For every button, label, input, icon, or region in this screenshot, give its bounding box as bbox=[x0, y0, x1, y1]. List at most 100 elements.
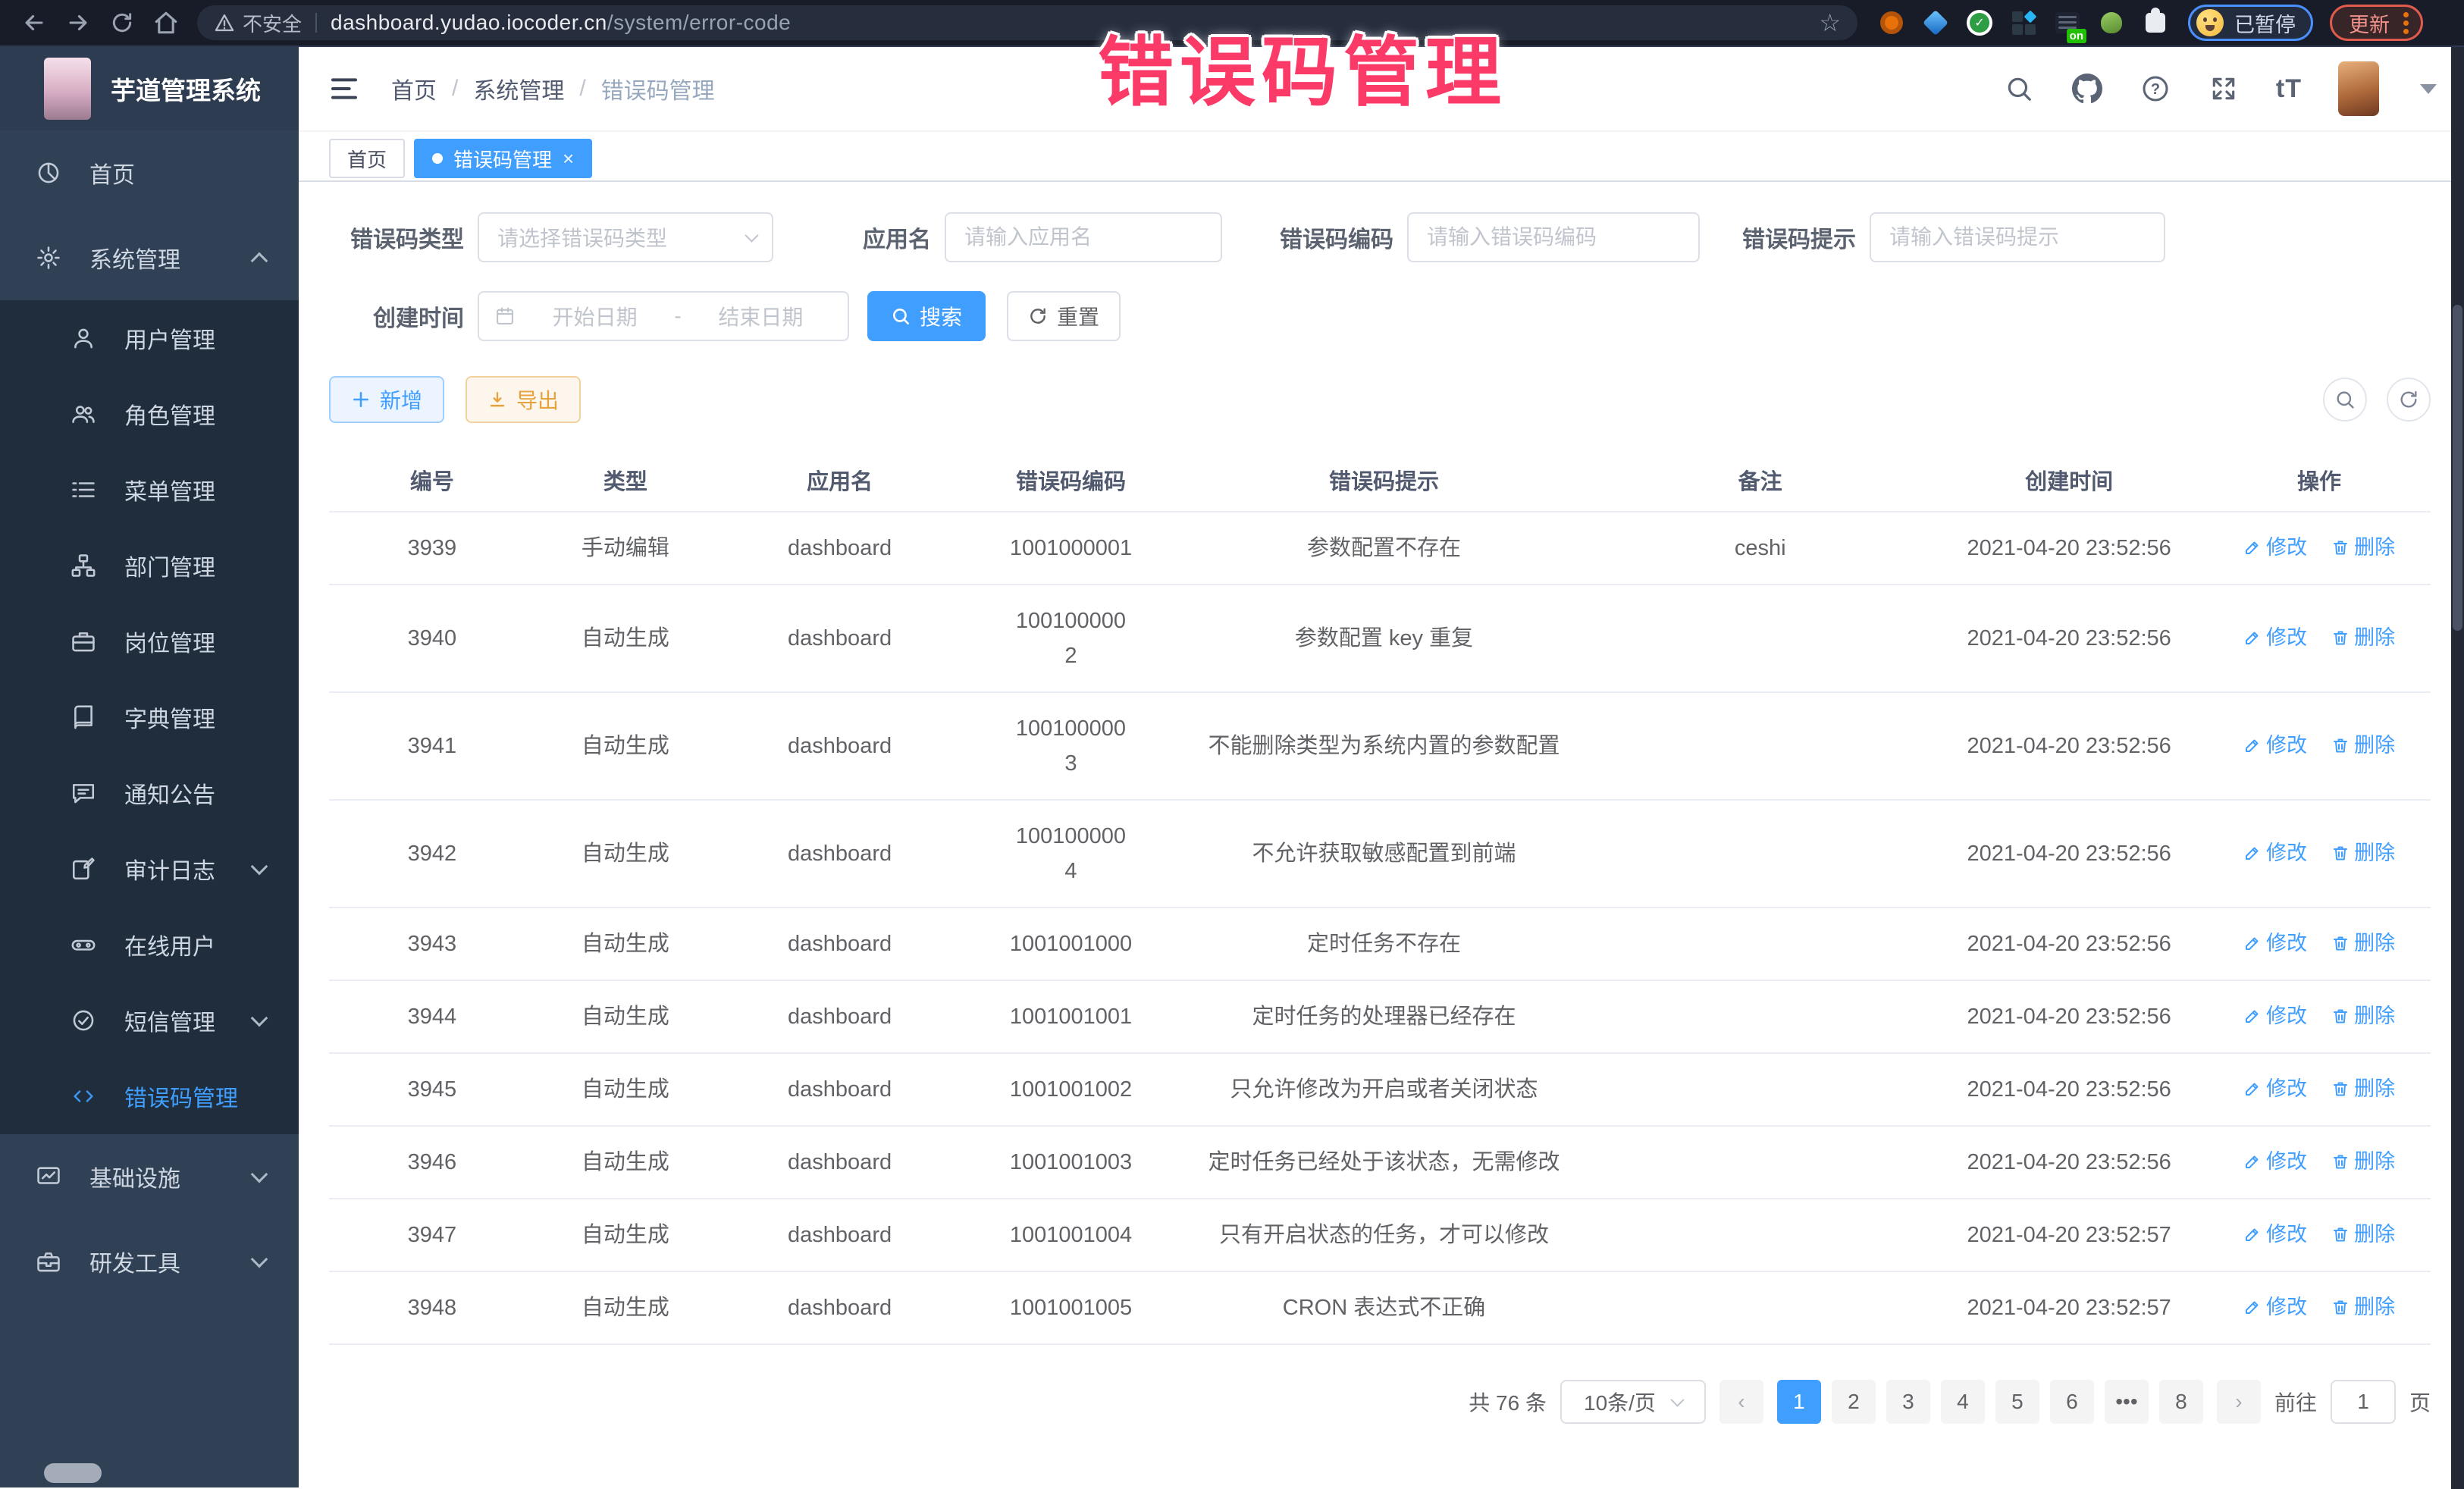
delete-link[interactable]: 删除 bbox=[2331, 1002, 2395, 1030]
user-avatar[interactable] bbox=[2338, 61, 2379, 116]
bookmark-star-icon[interactable]: ☆ bbox=[1819, 8, 1841, 37]
chevron-down-icon[interactable] bbox=[2420, 84, 2437, 94]
page-button[interactable]: 8 bbox=[2159, 1380, 2203, 1424]
add-button[interactable]: 新增 bbox=[329, 376, 444, 423]
edit-link[interactable]: 修改 bbox=[2243, 1221, 2307, 1248]
page-button[interactable]: 1 bbox=[1777, 1380, 1821, 1424]
next-page-button[interactable]: › bbox=[2217, 1380, 2261, 1424]
scrollbar-thumb[interactable] bbox=[2453, 305, 2462, 631]
sidebar-item[interactable]: 研发工具 bbox=[0, 1219, 299, 1304]
cell-actions: 修改 删除 bbox=[2208, 980, 2431, 1053]
forward-icon[interactable] bbox=[56, 5, 100, 41]
error-msg-input[interactable] bbox=[1870, 212, 2165, 262]
goto-label: 前往 bbox=[2274, 1387, 2317, 1417]
delete-link[interactable]: 删除 bbox=[2331, 732, 2395, 759]
sidebar-scrollbar-thumb[interactable] bbox=[44, 1463, 102, 1483]
page-button[interactable]: 5 bbox=[1995, 1380, 2039, 1424]
edit-link[interactable]: 修改 bbox=[2243, 839, 2307, 867]
show-search-toggle-button[interactable] bbox=[2323, 378, 2367, 422]
extension-icon-gem[interactable] bbox=[1921, 8, 1950, 37]
edit-link[interactable]: 修改 bbox=[2243, 732, 2307, 759]
home-icon[interactable] bbox=[144, 5, 188, 41]
sidebar-item[interactable]: 审计日志 bbox=[0, 831, 299, 907]
search-icon[interactable] bbox=[2003, 73, 2035, 105]
sidebar-item[interactable]: 字典管理 bbox=[0, 679, 299, 755]
sidebar-item[interactable]: 系统管理 bbox=[0, 215, 299, 300]
extension-icon-puzzle[interactable] bbox=[2141, 8, 2170, 37]
sidebar-item[interactable]: 错误码管理 bbox=[0, 1058, 299, 1134]
back-icon[interactable] bbox=[12, 5, 56, 41]
page-button[interactable]: ••• bbox=[2105, 1380, 2149, 1424]
sidebar-item[interactable]: 短信管理 bbox=[0, 983, 299, 1058]
sidebar-item[interactable]: 菜单管理 bbox=[0, 452, 299, 528]
browser-scrollbar[interactable] bbox=[2451, 47, 2464, 1489]
page-button[interactable]: 6 bbox=[2050, 1380, 2094, 1424]
edit-link[interactable]: 修改 bbox=[2243, 624, 2307, 651]
page-button[interactable]: 4 bbox=[1941, 1380, 1985, 1424]
sidebar-item[interactable]: 角色管理 bbox=[0, 376, 299, 452]
delete-link[interactable]: 删除 bbox=[2331, 929, 2395, 957]
not-secure-indicator[interactable]: 不安全 bbox=[214, 9, 302, 37]
delete-link[interactable]: 删除 bbox=[2331, 624, 2395, 651]
prev-page-button[interactable]: ‹ bbox=[1719, 1380, 1763, 1424]
address-bar[interactable]: 不安全 dashboard.yudao.iocoder.cn/system/er… bbox=[197, 5, 1857, 40]
edit-link[interactable]: 修改 bbox=[2243, 534, 2307, 561]
page-button[interactable]: 3 bbox=[1886, 1380, 1930, 1424]
sidebar-item[interactable]: 部门管理 bbox=[0, 528, 299, 603]
extension-icon-orange[interactable] bbox=[1877, 8, 1906, 37]
page-size-select[interactable]: 10条/页 bbox=[1560, 1380, 1706, 1424]
sidebar-item[interactable]: 在线用户 bbox=[0, 907, 299, 983]
edit-link[interactable]: 修改 bbox=[2243, 1148, 2307, 1175]
breadcrumb-item[interactable]: 系统管理 bbox=[473, 72, 564, 105]
github-icon[interactable] bbox=[2071, 73, 2103, 105]
sidebar-item[interactable]: 通知公告 bbox=[0, 755, 299, 831]
breadcrumb-item[interactable]: 错误码管理 bbox=[601, 72, 715, 105]
extension-icon-list[interactable]: on bbox=[2053, 8, 2082, 37]
sidebar-item[interactable]: 岗位管理 bbox=[0, 603, 299, 679]
delete-link[interactable]: 删除 bbox=[2331, 1293, 2395, 1321]
cell-id: 3946 bbox=[329, 1126, 535, 1199]
extension-icon-key[interactable] bbox=[2097, 8, 2126, 37]
date-separator: - bbox=[674, 304, 681, 328]
goto-page-input[interactable] bbox=[2331, 1380, 2396, 1424]
breadcrumb-item[interactable]: 首页 bbox=[391, 72, 437, 105]
delete-link[interactable]: 删除 bbox=[2331, 839, 2395, 867]
sidebar-item[interactable]: 首页 bbox=[0, 130, 299, 215]
search-button[interactable]: 搜索 bbox=[867, 291, 986, 341]
delete-link[interactable]: 删除 bbox=[2331, 1075, 2395, 1102]
export-button[interactable]: 导出 bbox=[466, 376, 581, 423]
fullscreen-icon[interactable] bbox=[2208, 73, 2240, 105]
edit-link[interactable]: 修改 bbox=[2243, 1075, 2307, 1102]
delete-link[interactable]: 删除 bbox=[2331, 534, 2395, 561]
sidebar-item[interactable]: 基础设施 bbox=[0, 1134, 299, 1219]
edit-link[interactable]: 修改 bbox=[2243, 929, 2307, 957]
view-tab[interactable]: 错误码管理 × bbox=[414, 139, 592, 178]
edit-link[interactable]: 修改 bbox=[2243, 1002, 2307, 1030]
page-button[interactable]: 2 bbox=[1832, 1380, 1876, 1424]
close-icon[interactable]: × bbox=[563, 149, 574, 168]
font-size-icon[interactable]: tT bbox=[2276, 74, 2302, 104]
delete-link[interactable]: 删除 bbox=[2331, 1221, 2395, 1248]
profile-paused-pill[interactable]: 已暂停 bbox=[2188, 5, 2313, 41]
edit-link[interactable]: 修改 bbox=[2243, 1293, 2307, 1321]
app-name-input[interactable] bbox=[945, 212, 1222, 262]
sidebar-item[interactable]: 用户管理 bbox=[0, 300, 299, 376]
sidebar-item-label: 用户管理 bbox=[124, 321, 215, 355]
error-type-select[interactable]: 请选择错误码类型 bbox=[478, 212, 773, 262]
col-code: 错误码编码 bbox=[964, 452, 1178, 512]
extension-icon-green-check[interactable]: ✓ bbox=[1965, 8, 1994, 37]
help-icon[interactable]: ? bbox=[2140, 73, 2171, 105]
hamburger-icon[interactable] bbox=[328, 74, 361, 104]
browser-update-button[interactable]: 更新 bbox=[2330, 5, 2423, 41]
delete-link[interactable]: 删除 bbox=[2331, 1148, 2395, 1175]
reload-icon[interactable] bbox=[100, 5, 144, 41]
refresh-table-button[interactable] bbox=[2387, 378, 2431, 422]
extension-icon-squares[interactable] bbox=[2009, 8, 2038, 37]
create-time-range-picker[interactable]: 开始日期 - 结束日期 bbox=[478, 291, 849, 341]
view-tab[interactable]: 首页 bbox=[329, 139, 405, 178]
online-user-icon bbox=[70, 931, 97, 958]
cell-time: 2021-04-20 23:52:56 bbox=[1930, 980, 2208, 1053]
error-code-input[interactable] bbox=[1407, 212, 1700, 262]
kebab-menu-icon[interactable] bbox=[2403, 20, 2409, 26]
reset-button[interactable]: 重置 bbox=[1007, 291, 1121, 341]
